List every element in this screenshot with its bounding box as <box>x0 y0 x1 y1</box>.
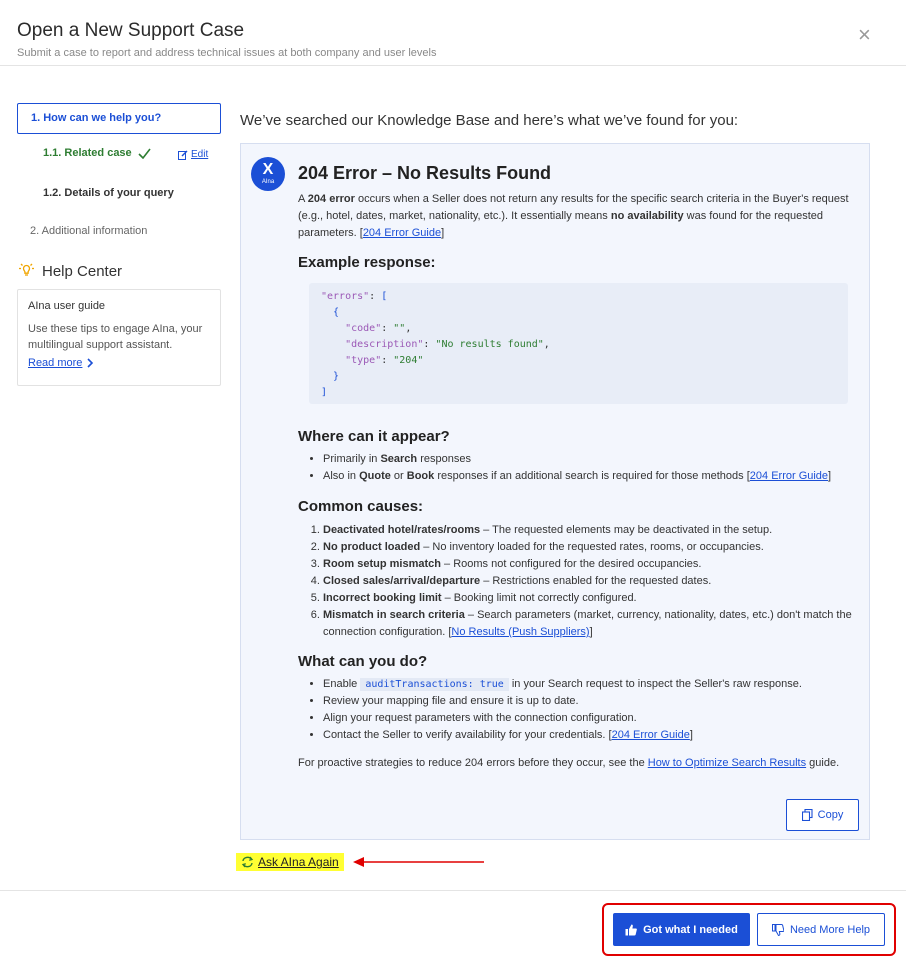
step-related-case-label: 1.1. Related case <box>43 147 132 159</box>
list-item: Also in Quote or Book responses if an ad… <box>323 468 863 485</box>
thumbs-down-icon <box>771 923 784 936</box>
steps-nav: 1. How can we help you? 1.1. Related cas… <box>17 103 221 237</box>
list-item: Contact the Seller to verify availabilit… <box>323 727 863 744</box>
edit-icon <box>178 150 188 160</box>
need-more-help-button[interactable]: Need More Help <box>757 913 885 946</box>
where-list: Primarily in Search responses Also in Qu… <box>323 451 863 485</box>
help-center-heading: Help Center <box>17 263 122 280</box>
list-item: Mismatch in search criteria – Search par… <box>323 607 863 641</box>
list-item: Closed sales/arrival/departure – Restric… <box>323 573 863 590</box>
modal-subtitle: Submit a case to report and address tech… <box>17 47 437 59</box>
error-guide-link[interactable]: 204 Error Guide <box>363 227 441 239</box>
chevron-right-icon <box>87 358 94 368</box>
error-guide-link[interactable]: 204 Error Guide <box>612 729 690 741</box>
example-heading: Example response: <box>298 254 436 271</box>
where-heading: Where can it appear? <box>298 428 450 445</box>
causes-list: Deactivated hotel/rates/rooms – The requ… <box>323 522 863 641</box>
list-item: Room setup mismatch – Rooms not configur… <box>323 556 863 573</box>
footer-divider <box>0 890 906 891</box>
copy-label: Copy <box>817 809 844 821</box>
no-results-link[interactable]: No Results (Push Suppliers) <box>451 626 589 638</box>
list-item: Primarily in Search responses <box>323 451 863 468</box>
step-related-case[interactable]: 1.1. Related case <box>43 147 151 159</box>
answer-panel: X AIna 204 Error – No Results Found A 20… <box>240 143 870 840</box>
read-more-label: Read more <box>28 357 83 369</box>
guide-title: AIna user guide <box>28 300 106 312</box>
step-details-of-query[interactable]: 1.2. Details of your query <box>43 187 174 199</box>
list-item: Deactivated hotel/rates/rooms – The requ… <box>323 522 863 539</box>
edit-related-case-link[interactable]: Edit <box>178 149 208 160</box>
kb-heading: We’ve searched our Knowledge Base and he… <box>240 112 739 129</box>
answer-intro: A 204 error occurs when a Seller does no… <box>298 193 849 239</box>
list-item: Review your mapping file and ensure it i… <box>323 693 863 710</box>
need-more-help-label: Need More Help <box>789 923 871 936</box>
optimize-search-link[interactable]: How to Optimize Search Results <box>648 757 806 769</box>
what-can-you-do-heading: What can you do? <box>298 653 428 670</box>
read-more-link[interactable]: Read more <box>28 357 210 369</box>
lightbulb-icon <box>19 263 34 276</box>
guide-description: Use these tips to engage AIna, your mult… <box>28 323 203 351</box>
causes-heading: Common causes: <box>298 498 424 515</box>
answer-title: 204 Error – No Results Found <box>298 163 552 183</box>
step-how-can-we-help[interactable]: 1. How can we help you? <box>17 103 221 134</box>
got-what-i-needed-label: Got what I needed <box>643 923 738 936</box>
list-item: Incorrect booking limit – Booking limit … <box>323 590 863 607</box>
step-additional-information[interactable]: 2. Additional information <box>30 225 147 237</box>
example-code-block: "errors": [ { "code": "", "description":… <box>309 283 848 404</box>
actions-list: Enable auditTransactions: true in your S… <box>323 676 863 744</box>
thumbs-up-icon <box>625 924 637 935</box>
check-icon <box>138 148 151 159</box>
annotation-arrow-icon <box>353 857 484 867</box>
modal-header: Open a New Support Case Submit a case to… <box>0 0 906 66</box>
got-what-i-needed-button[interactable]: Got what I needed <box>613 913 750 946</box>
copy-icon <box>801 809 813 821</box>
user-guide-card: AIna user guide Use these tips to engage… <box>17 289 221 386</box>
refresh-icon <box>241 856 254 868</box>
ask-alna-again-link[interactable]: Ask AIna Again <box>236 853 344 871</box>
close-icon[interactable]: × <box>858 24 871 46</box>
list-item: No product loaded – No inventory loaded … <box>323 539 863 556</box>
edit-label: Edit <box>191 149 209 160</box>
list-item: Enable auditTransactions: true in your S… <box>323 676 863 693</box>
copy-button[interactable]: Copy <box>786 799 859 831</box>
modal-title: Open a New Support Case <box>17 20 245 41</box>
error-guide-link[interactable]: 204 Error Guide <box>750 470 828 482</box>
alna-logo-icon: X AIna <box>251 157 285 191</box>
answer-footer-note: For proactive strategies to reduce 204 e… <box>298 757 840 769</box>
help-center-title: Help Center <box>42 263 123 280</box>
inline-code: auditTransactions: true <box>360 678 509 691</box>
list-item: Align your request parameters with the c… <box>323 710 863 727</box>
ask-alna-again-label: Ask AIna Again <box>258 855 339 869</box>
